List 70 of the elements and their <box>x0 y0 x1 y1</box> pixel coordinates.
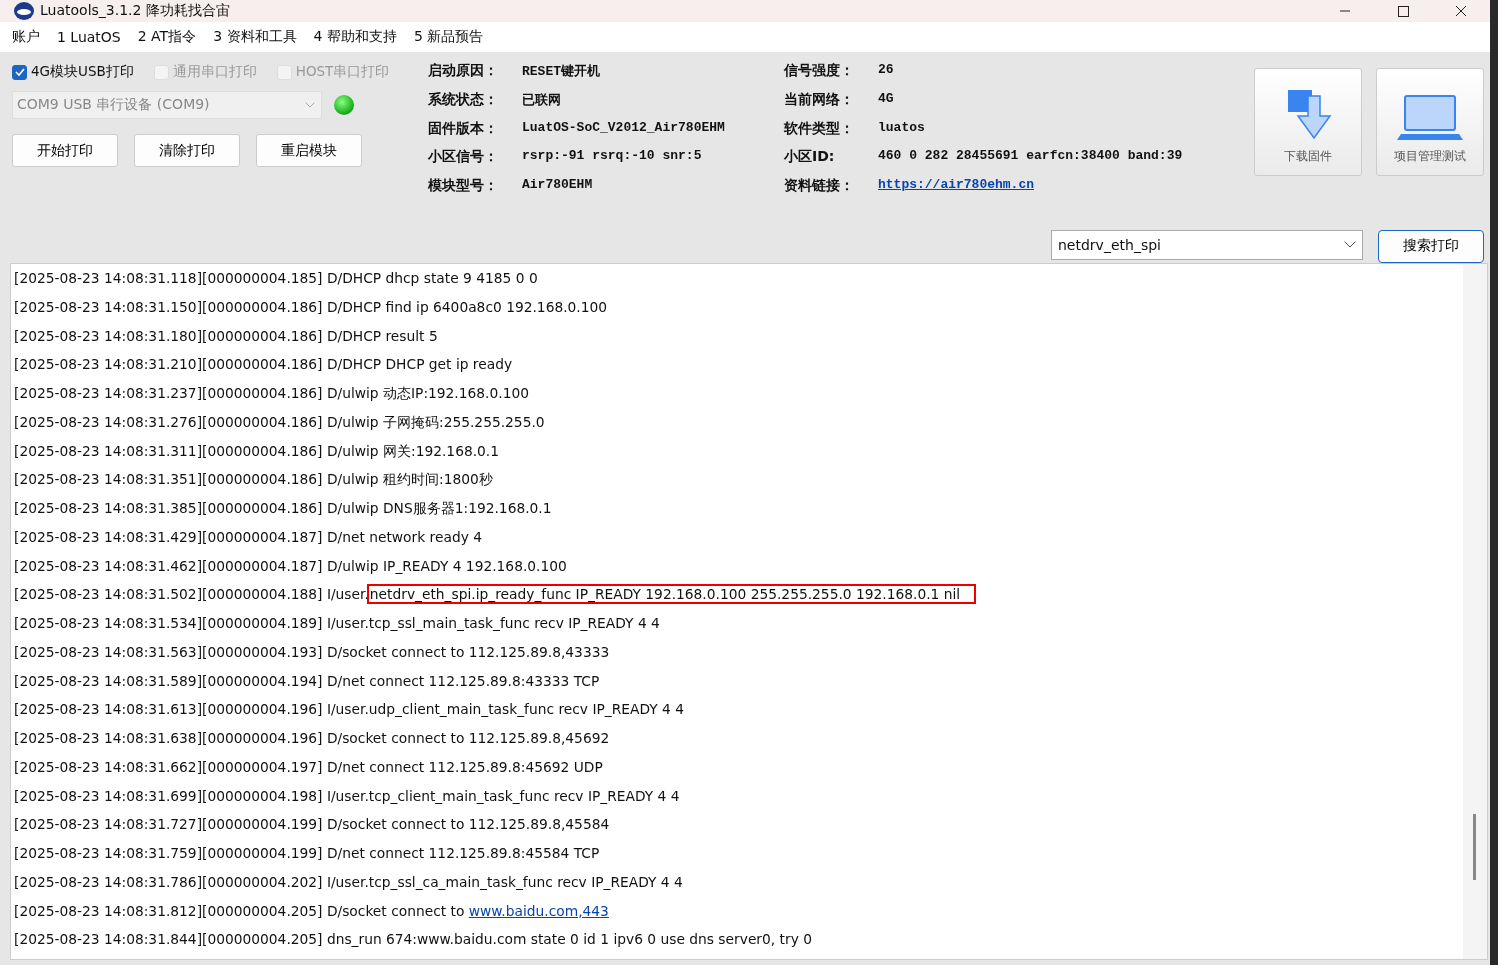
log-line: [2025-08-23 14:08:31.759][000000004.199] D/net connect 112.125.89.8:45584 TCP <box>14 845 600 861</box>
log-line: [2025-08-23 14:08:31.662][000000004.197] D/net connect 112.125.89.8:45692 UDP <box>14 758 603 775</box>
action-button[interactable]: 开始打印 <box>12 134 118 167</box>
info-label: 信号强度： <box>784 62 855 80</box>
info-label: 模块型号： <box>428 177 499 196</box>
info-label: 固件版本： <box>428 119 499 138</box>
menu-item[interactable]: 4 帮助和支持 <box>313 28 397 46</box>
log-line: [2025-08-23 14:08:31.727][000000004.199] D/socket connect to 112.125.89.8,45584 <box>14 816 610 833</box>
info-label: 小区ID: <box>784 148 836 167</box>
info-value: Air780EHM <box>522 177 593 193</box>
info-value: RESET键开机 <box>522 63 600 80</box>
menu-item[interactable]: 3 资料和工具 <box>213 28 297 46</box>
search-print-button[interactable]: 搜索打印 <box>1378 230 1484 263</box>
checkbox[interactable] <box>12 64 27 80</box>
info-label: 系统状态： <box>428 90 499 109</box>
action-button[interactable]: 重启模块 <box>256 134 362 167</box>
app-logo-icon <box>14 2 34 20</box>
info-label: 小区信号： <box>428 148 499 167</box>
log-line: [2025-08-23 14:08:31.638][000000004.196] D/socket connect to 112.125.89.8,45692 <box>14 730 610 746</box>
caret-icon <box>1344 241 1356 249</box>
info-link[interactable]: https://air780ehm.cn <box>878 177 1035 193</box>
action-button[interactable]: 清除打印 <box>134 134 240 167</box>
log-line: [2025-08-23 14:08:31.210][000000004.186] D/DHCP DHCP get ip ready <box>14 356 513 373</box>
log-line: [2025-08-23 14:08:31.429][000000004.187] D/net network ready 4 <box>14 528 482 545</box>
info-value: LuatOS-SoC_V2012_Air780EHM <box>522 119 725 135</box>
log-line: [2025-08-23 14:08:31.180][000000004.186] D/DHCP result 5 <box>14 327 438 344</box>
log-line: [2025-08-23 14:08:31.563][000000004.193] D/socket connect to 112.125.89.8,43333 <box>14 643 610 660</box>
log-line: [2025-08-23 14:08:31.844][000000004.205] dns_run 674:www.baidu.com state 0 id 1 ipv6 0 use dns server0, try 0 <box>14 931 812 948</box>
menu-item[interactable]: 2 AT指令 <box>137 28 197 46</box>
log-line: [2025-08-23 14:08:31.150][000000004.186] D/DHCP find ip 6400a8c0 192.168.0.100 <box>14 298 608 315</box>
info-label: 启动原因： <box>428 62 499 80</box>
tool-button[interactable]: 项目管理测试 <box>1376 68 1484 176</box>
log-line: [2025-08-23 14:08:31.351][000000004.186] D/ulwip 租约时间:1800秒 <box>14 471 493 488</box>
info-value: luatos <box>878 119 925 135</box>
log-line: [2025-08-23 14:08:31.699][000000004.198] I/user.tcp_client_main_task_func recv IP_READY 4 4 <box>14 787 680 804</box>
checkbox-label: 通用串口打印 <box>172 63 257 81</box>
caret-icon <box>305 102 315 108</box>
info-value: 26 <box>878 62 894 77</box>
info-value: 已联网 <box>522 91 561 109</box>
highlighted-log-text: netdrv_eth_spi.ip_ready_func IP_READY 192.168.0.100 255.255.255.0 192.168.0.1 nil <box>368 586 975 603</box>
log-line: [2025-08-23 14:08:31.613][000000004.196] I/user.udp_client_main_task_func recv IP_READY 4 4 <box>14 701 685 718</box>
scrollbar[interactable] <box>1463 264 1487 959</box>
log-line: [2025-08-23 14:08:31.311][000000004.186] D/ulwip 网关:192.168.0.1 <box>14 442 500 459</box>
info-value: 460 0 282 28455691 earfcn:38400 band:39 <box>878 148 1183 164</box>
log-line: [2025-08-23 14:08:31.462][000000004.187] D/ulwip IP_READY 4 192.168.0.100 <box>14 557 567 574</box>
log-link[interactable]: www.baidu.com,443 <box>468 902 609 919</box>
checkbox-label: HOST串口打印 <box>295 63 390 81</box>
info-label: 软件类型： <box>784 119 855 138</box>
tool-button[interactable]: 下载固件 <box>1254 68 1362 176</box>
log-line: [2025-08-23 14:08:31.385][000000004.186] D/ulwip DNS服务器1:192.168.0.1 <box>14 500 552 516</box>
menu-item[interactable]: 5 新品预告 <box>413 28 484 46</box>
search-dropdown[interactable]: netdrv_eth_spi <box>1051 230 1363 260</box>
log-line: [2025-08-23 14:08:31.786][000000004.202] I/user.tcp_ssl_ca_main_task_func recv IP_READY 4 4 <box>14 873 683 890</box>
log-line: [2025-08-23 14:08:31.276][000000004.186] D/ulwip 子网掩码:255.255.255.0 <box>14 413 545 430</box>
info-value: rsrp:-91 rsrq:-10 snr:5 <box>522 148 702 164</box>
log-line: [2025-08-23 14:08:31.237][000000004.186] D/ulwip 动态IP:192.168.0.100 <box>14 385 529 401</box>
log-line: [2025-08-23 14:08:31.589][000000004.194] D/net connect 112.125.89.8:43333 TCP <box>14 672 600 689</box>
info-value: 4G <box>878 90 894 106</box>
window-title: Luatools_3.1.2 降功耗找合宙 <box>40 2 231 20</box>
log-line: [2025-08-23 14:08:31.812][000000004.205] D/socket connect to <box>14 902 466 919</box>
menu-item[interactable]: 1 LuatOS <box>57 29 121 45</box>
menu-item[interactable]: 账户 <box>12 28 40 46</box>
log-line: [2025-08-23 14:08:31.534][000000004.189] I/user.tcp_ssl_main_task_func recv IP_READY 4 4 <box>14 615 660 631</box>
log-line: [2025-08-23 14:08:31.118][000000004.185] D/DHCP dhcp state 9 4185 0 0 <box>14 270 538 286</box>
checkbox-label: 4G模块USB打印 <box>31 63 134 81</box>
info-label: 当前网络： <box>784 90 855 109</box>
log-line: [2025-08-23 14:08:31.502][000000004.188] I/user. <box>14 586 369 603</box>
info-label: 资料链接： <box>784 177 855 196</box>
scrollbar-thumb[interactable] <box>1473 814 1476 880</box>
laptop-icon <box>1395 94 1465 142</box>
